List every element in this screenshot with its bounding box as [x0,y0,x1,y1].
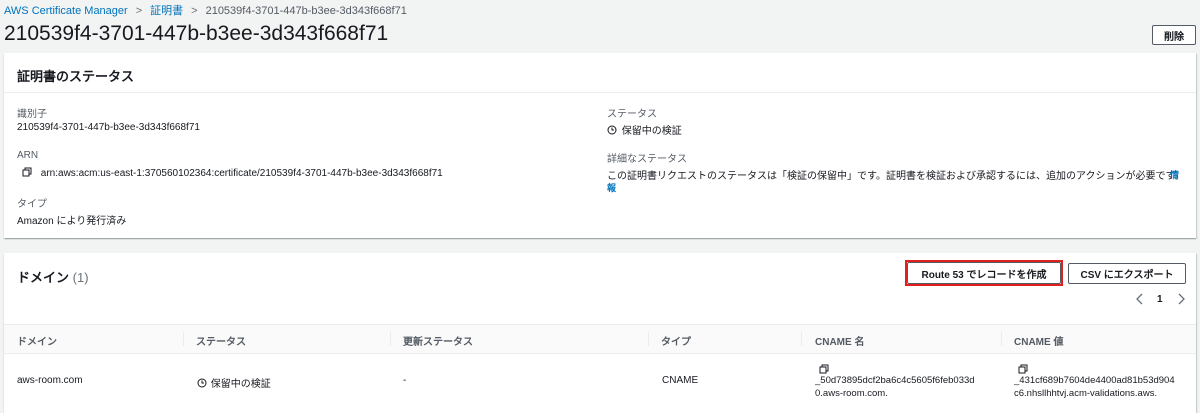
column-header-cname-name[interactable]: CNAME 名 [815,333,864,348]
row-cname-name-line2: 0.aws-room.com. [815,388,888,399]
column-header-domain[interactable]: ドメイン [17,333,57,348]
arn-value: arn:aws:acm:us-east-1:370560102364:certi… [40,168,443,180]
column-divider [801,332,802,346]
domains-heading-text: ドメイン [17,270,70,285]
column-divider [390,332,391,346]
type-value: Amazon により発行済み [17,216,127,227]
highlight-box [905,260,1063,286]
column-header-cname-value[interactable]: CNAME 値 [1014,333,1063,348]
arn-label: ARN [17,150,39,161]
page-number[interactable]: 1 [1157,294,1163,305]
column-divider [648,332,649,346]
column-header-status[interactable]: ステータス [196,333,246,348]
domains-count: (1) [72,270,89,285]
identifier-value: 210539f4-3701-447b-b3ee-3d343f668f71 [17,122,200,133]
row-type: CNAME [662,375,699,386]
breadcrumb-acm-link[interactable]: AWS Certificate Manager [4,5,128,17]
row-domain: aws-room.com [17,375,83,386]
page-title: 210539f4-3701-447b-b3ee-3d343f668f71 [4,22,389,45]
domains-heading: ドメイン (1) [17,267,89,286]
chevron-right-icon: > [191,5,198,17]
next-page-icon[interactable] [1176,292,1186,310]
row-cname-value-line1: _431cf689b7604de4400ad81b53d904 [1014,375,1175,386]
delete-button[interactable]: 削除 [1152,25,1196,45]
export-csv-button[interactable]: CSV にエクスポート [1068,263,1186,284]
clock-icon [197,378,207,391]
arn-row: arn:aws:acm:us-east-1:370560102364:certi… [22,167,443,180]
copy-icon[interactable] [22,167,32,180]
breadcrumb-current: 210539f4-3701-447b-b3ee-3d343f668f71 [205,5,407,17]
info-link[interactable]: 情 [1170,168,1179,181]
row-cname-name-line1: _50d73895dcf2ba6c4c5605f6feb033d [815,375,975,386]
status-label: ステータス [607,109,657,120]
previous-page-icon[interactable] [1135,292,1145,310]
column-divider [183,332,184,346]
status-value: 保留中の検証 [621,126,682,137]
type-label: タイプ [17,199,47,210]
status-panel-heading: 証明書のステータス [17,69,135,84]
clock-icon [607,125,617,138]
detailed-status-label: 詳細なステータス [607,154,687,165]
row-cname-value-line2: c6.nhsllhhtvj.acm-validations.aws. [1014,388,1158,399]
detailed-status-value: この証明書リクエストのステータスは「検証の保留中」です。証明書を検証および承認す… [607,171,1185,182]
breadcrumb: AWS Certificate Manager > 証明書 >210539f4-370… [4,2,407,18]
breadcrumb-certificates-link[interactable]: 証明書 [150,5,183,17]
certificate-status-panel: 証明書のステータス 識別子 210539f4-3701-447b-b3ee-3d… [4,53,1196,238]
row-renewal-status: - [403,375,407,386]
row-status-text: 保留中の検証 [210,379,271,390]
column-header-type[interactable]: タイプ [661,333,691,348]
info-link-continued[interactable]: 報 [607,181,616,194]
column-header-renewal-status[interactable]: 更新ステータス [403,333,473,348]
row-status: 保留中の検証 [197,375,271,391]
status-value-row: 保留中の検証 [607,122,682,138]
column-divider [1001,332,1002,346]
panel-header: 証明書のステータス [4,53,1196,93]
chevron-right-icon: > [135,5,143,17]
identifier-label: 識別子 [17,109,47,120]
